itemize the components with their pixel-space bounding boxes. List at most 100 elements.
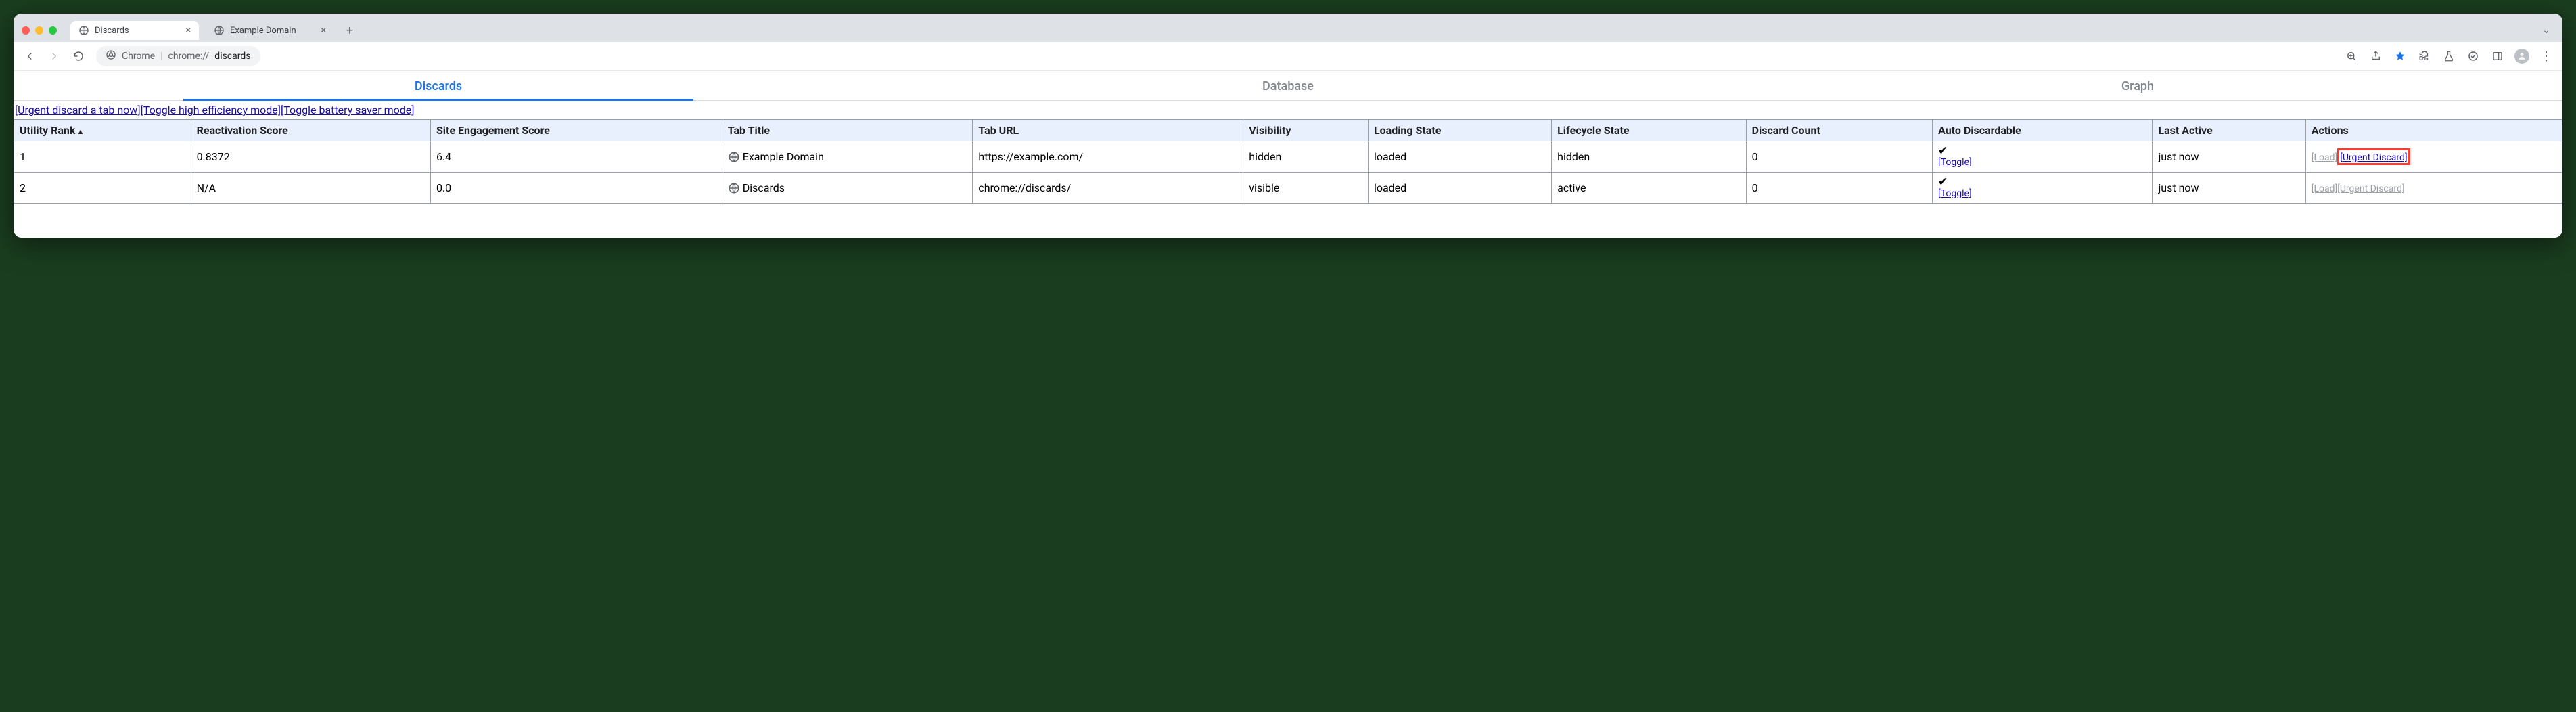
header-label: Tab URL: [978, 124, 1019, 137]
extensions-icon[interactable]: [2415, 47, 2434, 66]
cell-engagement: 0.0: [430, 173, 722, 204]
bookmark-star-icon[interactable]: [2391, 47, 2410, 66]
cell-visibility: hidden: [1243, 141, 1368, 173]
col-tab-url[interactable]: Tab URL: [973, 120, 1243, 141]
cell-last-active: just now: [2153, 173, 2305, 204]
top-action-links: [Urgent discard a tab now][Toggle high e…: [14, 101, 2562, 119]
auto-discardable-toggle-link[interactable]: [Toggle]: [1938, 188, 2146, 199]
load-action-link: [Load]: [2312, 152, 2337, 163]
col-auto-discardable[interactable]: Auto Discardable: [1933, 120, 2153, 141]
cell-reactivation: N/A: [191, 173, 430, 204]
urgent-discard-now-link[interactable]: [Urgent discard a tab now]: [15, 104, 141, 116]
cell-engagement: 6.4: [430, 141, 722, 173]
cell-visibility: visible: [1243, 173, 1368, 204]
tab-graph[interactable]: Graph: [1713, 71, 2562, 100]
urgent-discard-action-link: [Urgent Discard]: [2337, 183, 2404, 194]
omnibox[interactable]: Chrome | chrome://discards: [96, 46, 260, 66]
close-icon[interactable]: ×: [186, 25, 191, 36]
omnibox-path: discards: [214, 51, 250, 62]
tab-label: Database: [1262, 79, 1314, 93]
header-label: Utility Rank: [20, 124, 75, 137]
auto-discardable-toggle-link[interactable]: [Toggle]: [1938, 157, 2146, 168]
cell-lifecycle: active: [1552, 173, 1746, 204]
omnibox-path-prefix: chrome://: [168, 51, 210, 62]
cell-reactivation: 0.8372: [191, 141, 430, 173]
cell-title-text: Example Domain: [743, 150, 824, 163]
share-icon[interactable]: [2366, 47, 2385, 66]
cell-auto-discardable: ✔ [Toggle]: [1933, 173, 2153, 204]
col-discard-count[interactable]: Discard Count: [1746, 120, 1932, 141]
urgent-discard-action-link[interactable]: [Urgent Discard]: [2340, 152, 2407, 163]
header-label: Last Active: [2158, 124, 2212, 137]
page-tabstrip: Discards Database Graph: [14, 71, 2562, 101]
cell-loading: loaded: [1368, 141, 1551, 173]
cell-discard-count: 0: [1746, 173, 1932, 204]
window-minimize-button[interactable]: [35, 26, 43, 35]
sort-asc-icon: ▲: [76, 127, 84, 136]
header-label: Site Engagement Score: [436, 124, 550, 137]
labs-icon[interactable]: [2439, 47, 2458, 66]
col-utility-rank[interactable]: Utility Rank▲: [14, 120, 191, 141]
highlight-annotation: [Urgent Discard]: [2337, 148, 2410, 165]
reload-button[interactable]: [69, 47, 88, 66]
check-icon: ✔: [1938, 146, 2146, 157]
table-row: 1 0.8372 6.4 Example Domain https://exam…: [14, 141, 2562, 173]
header-label: Loading State: [1374, 124, 1441, 137]
omnibox-separator: |: [160, 51, 162, 62]
back-button[interactable]: [20, 47, 39, 66]
check-icon: ✔: [1938, 177, 2146, 188]
globe-icon: [728, 151, 740, 163]
header-label: Auto Discardable: [1938, 124, 2021, 137]
cell-auto-discardable: ✔ [Toggle]: [1933, 141, 2153, 173]
profile-avatar[interactable]: [2512, 47, 2531, 66]
window-maximize-button[interactable]: [49, 26, 57, 35]
cell-rank: 2: [14, 173, 191, 204]
close-icon[interactable]: ×: [321, 25, 326, 36]
chevron-down-icon[interactable]: ⌄: [2542, 25, 2550, 36]
header-label: Reactivation Score: [197, 124, 288, 137]
new-tab-button[interactable]: +: [341, 22, 359, 39]
chrome-logo-icon: [106, 49, 116, 63]
window-close-button[interactable]: [22, 26, 30, 35]
col-site-engagement[interactable]: Site Engagement Score: [430, 120, 722, 141]
browser-tab-discards[interactable]: Discards ×: [70, 21, 199, 40]
cell-actions: [Load][Urgent Discard]: [2305, 173, 2562, 204]
cell-url: https://example.com/: [973, 141, 1243, 173]
window-controls: [22, 26, 57, 35]
table-header-row: Utility Rank▲ Reactivation Score Site En…: [14, 120, 2562, 141]
cell-discard-count: 0: [1746, 141, 1932, 173]
tab-database[interactable]: Database: [863, 71, 1713, 100]
toolbar: Chrome | chrome://discards: [14, 42, 2562, 71]
toggle-high-efficiency-link[interactable]: [Toggle high efficiency mode]: [141, 104, 281, 116]
col-reactivation-score[interactable]: Reactivation Score: [191, 120, 430, 141]
tab-discards[interactable]: Discards: [14, 71, 863, 100]
page-content: Discards Database Graph [Urgent discard …: [14, 71, 2562, 238]
col-lifecycle-state[interactable]: Lifecycle State: [1552, 120, 1746, 141]
col-tab-title[interactable]: Tab Title: [722, 120, 973, 141]
col-visibility[interactable]: Visibility: [1243, 120, 1368, 141]
cell-title-text: Discards: [743, 181, 785, 194]
globe-icon: [728, 182, 740, 194]
col-actions[interactable]: Actions: [2305, 120, 2562, 141]
side-panel-icon[interactable]: [2488, 47, 2507, 66]
browser-tab-example[interactable]: Example Domain ×: [206, 21, 334, 40]
browser-tab-label: Discards: [95, 26, 129, 36]
header-label: Actions: [2312, 124, 2349, 137]
header-label: Visibility: [1249, 124, 1291, 137]
toggle-battery-saver-link[interactable]: [Toggle battery saver mode]: [281, 104, 414, 116]
col-loading-state[interactable]: Loading State: [1368, 120, 1551, 141]
titlebar: Discards × Example Domain × + ⌄: [14, 14, 2562, 42]
cell-rank: 1: [14, 141, 191, 173]
header-label: Tab Title: [728, 124, 770, 137]
zoom-icon[interactable]: [2342, 47, 2361, 66]
cell-title: Discards: [722, 173, 973, 204]
devices-icon[interactable]: [2464, 47, 2483, 66]
cell-lifecycle: hidden: [1552, 141, 1746, 173]
table-row: 2 N/A 0.0 Discards chrome://discards/ vi…: [14, 173, 2562, 204]
col-last-active[interactable]: Last Active: [2153, 120, 2305, 141]
tab-label: Discards: [415, 79, 462, 93]
kebab-menu-icon[interactable]: ⋮: [2537, 47, 2556, 66]
forward-button[interactable]: [45, 47, 64, 66]
header-label: Discard Count: [1752, 124, 1820, 137]
discards-table: Utility Rank▲ Reactivation Score Site En…: [14, 119, 2562, 204]
